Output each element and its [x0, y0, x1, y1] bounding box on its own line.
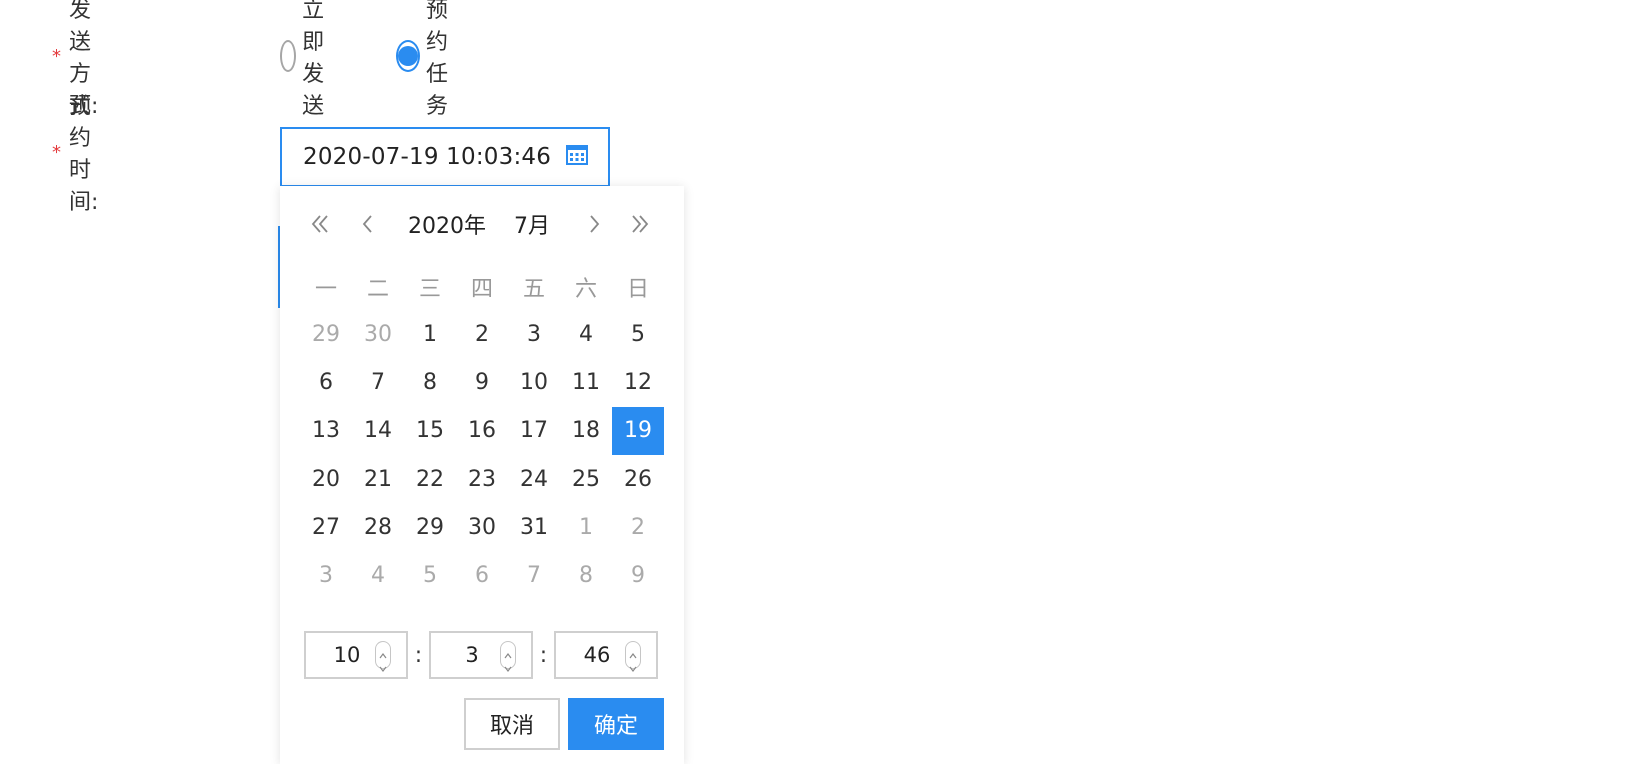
day-cell[interactable]: 21	[352, 455, 404, 503]
day-cell[interactable]: 2	[612, 503, 664, 551]
day-cell[interactable]: 4	[352, 551, 404, 599]
double-chevron-right-icon[interactable]	[622, 204, 658, 244]
week-row: 29 30 1 2 3 4 5	[300, 310, 664, 358]
day-cell[interactable]: 23	[456, 455, 508, 503]
day-cell[interactable]: 8	[404, 358, 456, 406]
radio-scheduled-task-label: 预约任务	[426, 0, 449, 119]
day-cell[interactable]: 16	[456, 407, 508, 455]
day-cell[interactable]: 7	[352, 358, 404, 406]
week-row: 27 28 29 30 31 1 2	[300, 503, 664, 551]
week-row: 13 14 15 16 17 18 19	[300, 406, 664, 455]
day-cell[interactable]: 5	[404, 551, 456, 599]
weekday-label: 六	[574, 277, 597, 302]
day-cell[interactable]: 9	[456, 358, 508, 406]
radio-send-now-label: 立即发送	[302, 0, 325, 119]
day-cell[interactable]: 28	[352, 503, 404, 551]
weekday-label: 三	[418, 277, 441, 302]
form-page: * 发送方式: 立即发送 预约任务 * 预约时间: 2020-07-19 10:…	[0, 0, 1628, 764]
day-cell[interactable]: 18	[560, 407, 612, 455]
day-cell[interactable]: 4	[560, 310, 612, 358]
weekday-label: 五	[522, 277, 545, 302]
weekday-label: 日	[626, 277, 649, 302]
day-cell[interactable]: 13	[300, 407, 352, 455]
day-cell[interactable]: 30	[352, 310, 404, 358]
day-cell-selected[interactable]: 19	[612, 406, 664, 455]
weekday-label: 二	[366, 277, 389, 302]
day-cell[interactable]: 10	[508, 358, 560, 406]
minute-spinner-icon[interactable]	[500, 641, 516, 672]
day-cell[interactable]: 11	[560, 358, 612, 406]
hour-stepper[interactable]: 10	[304, 631, 408, 679]
day-cell[interactable]: 22	[404, 455, 456, 503]
day-cell[interactable]: 6	[456, 551, 508, 599]
day-cell[interactable]: 29	[404, 503, 456, 551]
radio-send-now[interactable]: 立即发送	[280, 0, 340, 120]
day-cell[interactable]: 25	[560, 455, 612, 503]
minute-stepper[interactable]: 3	[429, 631, 533, 679]
schedule-time-label-wrap: * 预约时间:	[52, 94, 98, 215]
minute-value[interactable]: 3	[446, 643, 498, 667]
day-cell[interactable]: 26	[612, 455, 664, 503]
day-cell[interactable]: 1	[404, 310, 456, 358]
day-cell[interactable]: 1	[560, 503, 612, 551]
day-cell[interactable]: 14	[352, 407, 404, 455]
time-separator: :	[539, 642, 548, 668]
day-cell[interactable]: 9	[612, 551, 664, 599]
day-cell[interactable]: 30	[456, 503, 508, 551]
cancel-button[interactable]: 取消	[464, 698, 560, 750]
time-separator: :	[414, 642, 423, 668]
day-cell[interactable]: 12	[612, 358, 664, 406]
weekday-label: 一	[314, 277, 337, 302]
day-cell[interactable]: 5	[612, 310, 664, 358]
second-spinner-icon[interactable]	[625, 641, 641, 672]
day-cell[interactable]: 29	[300, 310, 352, 358]
day-cell[interactable]: 7	[508, 551, 560, 599]
day-cell[interactable]: 3	[300, 551, 352, 599]
day-cell[interactable]: 15	[404, 407, 456, 455]
double-chevron-left-icon[interactable]	[302, 204, 338, 244]
day-cell[interactable]: 20	[300, 455, 352, 503]
chevron-right-icon[interactable]	[576, 204, 612, 244]
required-mark: *	[52, 141, 61, 163]
day-cell[interactable]: 6	[300, 358, 352, 406]
schedule-time-label: 预约时间:	[69, 94, 99, 215]
weekday-header-row: 一二三四五六日	[300, 266, 664, 308]
radio-scheduled-task-circle[interactable]	[396, 40, 421, 72]
datetime-input[interactable]: 2020-07-19 10:03:46	[280, 127, 610, 187]
send-method-label-wrap: * 发送方式:	[52, 0, 98, 119]
send-method-radio-group: 立即发送 预约任务	[280, 0, 512, 119]
day-cell[interactable]: 17	[508, 407, 560, 455]
picker-header: 2020年 7月	[280, 204, 684, 244]
day-cell[interactable]: 2	[456, 310, 508, 358]
day-cell[interactable]: 27	[300, 503, 352, 551]
confirm-button[interactable]: 确定	[568, 698, 664, 750]
picker-month-label[interactable]: 7月	[514, 204, 550, 244]
hour-spinner-icon[interactable]	[375, 641, 391, 672]
day-cell[interactable]: 24	[508, 455, 560, 503]
datetime-picker-popup: 2020年 7月 一二三四五六日 29 30 1 2 3 4 5 6 7 8 9 10 11 12 13 14…	[280, 186, 684, 764]
weekday-label: 四	[470, 277, 493, 302]
week-row: 6 7 8 9 10 11 12	[300, 358, 664, 406]
time-selector-row: 10 : 3 : 46	[304, 630, 664, 680]
day-cell[interactable]: 31	[508, 503, 560, 551]
day-cell[interactable]: 3	[508, 310, 560, 358]
radio-checked-dot	[398, 46, 419, 66]
second-stepper[interactable]: 46	[554, 631, 658, 679]
calendar-icon[interactable]	[566, 144, 588, 170]
radio-send-now-circle[interactable]	[280, 40, 297, 72]
hour-value[interactable]: 10	[321, 643, 373, 667]
picker-actions: 取消 确定	[464, 698, 664, 750]
datetime-value: 2020-07-19 10:03:46	[303, 144, 552, 170]
week-row: 20 21 22 23 24 25 26	[300, 455, 664, 503]
picker-year-label[interactable]: 2020年	[408, 204, 486, 244]
radio-scheduled-task[interactable]: 预约任务	[396, 0, 456, 120]
day-cell[interactable]: 8	[560, 551, 612, 599]
second-value[interactable]: 46	[571, 643, 623, 667]
days-grid: 29 30 1 2 3 4 5 6 7 8 9 10 11 12 13 14 15 16 17 18 19 20 21 22 2…	[300, 310, 664, 600]
chevron-left-icon[interactable]	[350, 204, 386, 244]
required-mark: *	[52, 45, 61, 67]
week-row: 3456789	[300, 551, 664, 599]
